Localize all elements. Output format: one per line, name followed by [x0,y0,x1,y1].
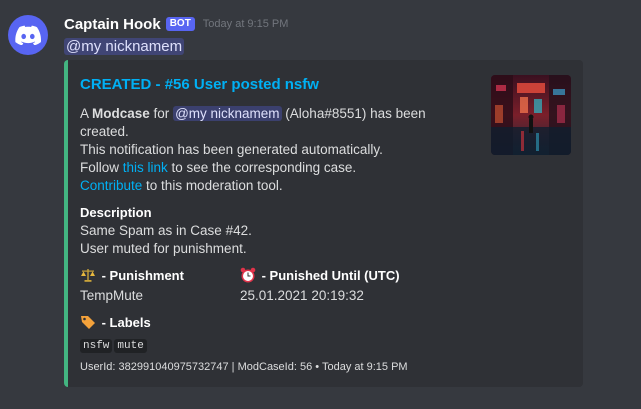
desc-text: (Aloha#8551) has been [281,106,426,121]
desc-text: Follow [80,160,123,175]
desc-text: to this moderation tool. [142,178,283,193]
field-value: User muted for punishment. [80,241,247,256]
field-value: TempMute [80,288,144,303]
scales-icon [81,269,95,282]
avatar[interactable] [8,15,48,55]
field-name: Description [80,205,152,220]
desc-text: A [80,106,93,121]
night-street-image [491,75,571,155]
label-tag-icon [81,316,95,329]
user-mention[interactable]: @my nicknamem [173,106,282,121]
contribute-link[interactable]: Contribute [80,178,142,193]
field-name: - Labels [98,315,151,330]
desc-text: to see the corresponding case. [167,160,357,175]
desc-text: This notification has been generated aut… [80,142,383,157]
discord-logo-icon [15,25,41,45]
field-punishment: - Punishment TempMute [80,267,184,305]
field-name: - Punishment [98,268,184,283]
user-mention[interactable]: @my nicknamem [64,38,185,55]
alarm-clock-icon [240,267,256,283]
embed: CREATED - #56 User posted nsfw A Modcase… [64,60,583,387]
desc-bold-modcase: Modcase [92,106,150,121]
desc-text: created. [80,124,129,139]
chat-message: Captain Hook BOT Today at 9:15 PM @my ni… [0,0,641,409]
message-timestamp[interactable]: Today at 9:15 PM [203,18,289,30]
field-value: 25.01.2021 20:19:32 [240,288,364,303]
bot-tag: BOT [165,17,195,31]
embed-description: A Modcase for @my nicknamem (Aloha#8551)… [80,105,440,195]
field-punished-until: - Punished Until (UTC) 25.01.2021 20:19:… [240,267,400,305]
label-code: mute [114,339,147,353]
field-description: Description Same Spam as in Case #42. Us… [80,205,252,258]
desc-text: for [149,106,174,121]
embed-title[interactable]: CREATED - #56 User posted nsfw [80,76,319,93]
field-value: Same Spam as in Case #42. [80,223,252,238]
message-header: Captain Hook BOT Today at 9:15 PM [64,14,288,34]
username[interactable]: Captain Hook [64,16,161,33]
embed-thumbnail[interactable] [491,75,571,155]
embed-footer: UserId: 382991040975732747 | ModCaseId: … [80,361,408,373]
case-link[interactable]: this link [123,160,168,175]
message-content: @my nicknamem [64,38,185,56]
field-name: - Punished Until (UTC) [258,268,400,283]
label-code: nsfw [80,339,113,353]
field-labels: - Labels nsfw mute [80,314,151,353]
